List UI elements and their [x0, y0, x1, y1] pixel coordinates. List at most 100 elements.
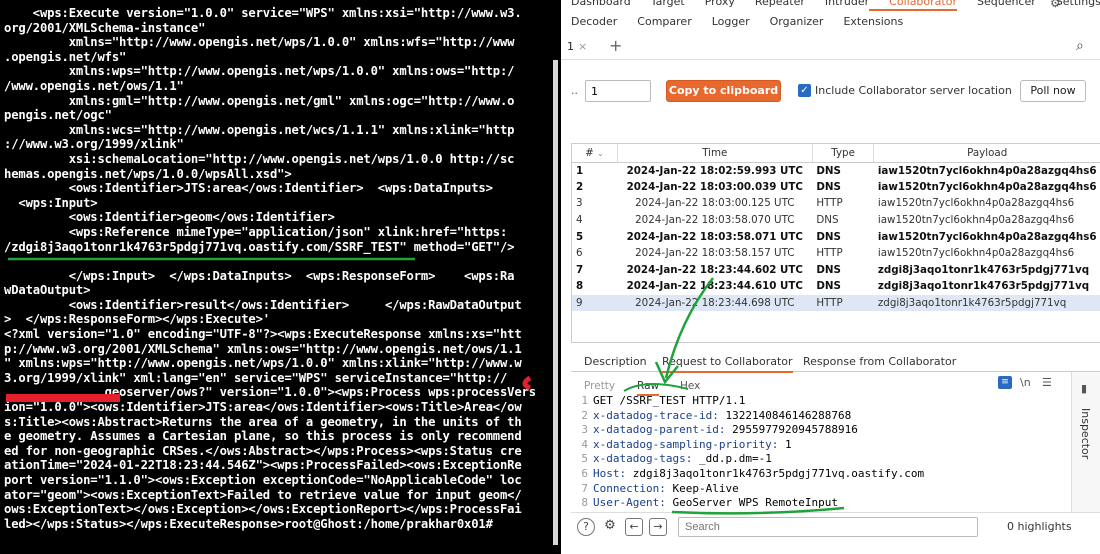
- top-tab-intruder[interactable]: Intruder: [805, 0, 869, 11]
- cell-time: 2024-Jan-22 18:03:58.071 UTC: [626, 230, 803, 243]
- table-row[interactable]: 3 2024-Jan-22 18:03:00.125 UTC HTTP iaw1520…: [572, 195, 1100, 212]
- cell-time: 2024-Jan-22 18:03:58.070 UTC: [635, 214, 795, 227]
- inspector-toggle-icon[interactable]: ▮: [1081, 382, 1087, 395]
- top-tab-dashboard[interactable]: Dashboard: [561, 0, 631, 11]
- request-line: 7 Connection: Keep-Alive: [574, 482, 1064, 497]
- cell-n: 2: [576, 180, 584, 193]
- request-line: 4 x-datadog-sampling-priority: 1: [574, 438, 1064, 453]
- terminal-scrollbar[interactable]: [553, 60, 558, 545]
- cell-time: 2024-Jan-22 18:03:00.039 UTC: [626, 180, 803, 193]
- column-header-payload[interactable]: Payload: [873, 144, 1100, 163]
- terminal-line: s:Title><ows:Abstract>Returns the area o…: [4, 414, 522, 429]
- view-tab-hex[interactable]: Hex: [680, 380, 700, 392]
- terminal-line: wDataOutput>: [4, 283, 91, 298]
- search-icon[interactable]: ⌕: [1076, 38, 1084, 54]
- settings-icon[interactable]: ⚙: [601, 518, 619, 536]
- terminal-line: ationTime="2024-01-22T18:23:44.546Z"><wp…: [4, 458, 522, 473]
- table-row[interactable]: 9 2024-Jan-22 18:23:44.698 UTC HTTP zdgi8j3…: [572, 294, 1100, 312]
- table-row[interactable]: 7 2024-Jan-22 18:23:44.602 UTC DNS zdgi8j3a…: [572, 262, 1100, 279]
- cell-type: DNS: [816, 263, 841, 276]
- top-tab-decoder[interactable]: Decoder: [561, 15, 617, 31]
- include-server-location-checkbox[interactable]: ✓: [798, 84, 811, 97]
- cell-payload: iaw1520tn7ycl6okhn4p0a28azgq4hs6: [877, 247, 1075, 260]
- close-icon[interactable]: ×: [578, 40, 587, 53]
- line-number: 1: [581, 394, 588, 407]
- header-key: User-Agent:: [593, 496, 666, 510]
- terminal-line: <?xml version="1.0" encoding="UTF-8"?><w…: [4, 327, 522, 342]
- request-line: 1 GET /SSRF_TEST HTTP/1.1: [574, 394, 1064, 409]
- top-tab-target[interactable]: Target: [631, 0, 685, 11]
- terminal-window[interactable]: <wps:Execute version="1.0.0" service="WP…: [0, 0, 561, 554]
- terminal-line: .opengis.net/wfs": [4, 49, 127, 64]
- cell-type: DNS: [816, 280, 841, 293]
- poll-now-button[interactable]: Poll now: [1020, 80, 1086, 102]
- terminal-line: port version="1.1.0"><ows:Exception exce…: [4, 473, 522, 487]
- cell-type: DNS: [816, 214, 839, 227]
- top-tab-collaborator[interactable]: Collaborator: [869, 0, 957, 11]
- table-row[interactable]: 8 2024-Jan-22 18:23:44.610 UTC DNS zdgi8j3a…: [572, 278, 1100, 295]
- column-header-number[interactable]: # ⌄: [572, 144, 618, 163]
- terminal-line: led></wps:Status></wps:ExecuteResponse>r…: [4, 516, 493, 531]
- add-tab-icon[interactable]: +: [609, 36, 622, 55]
- inspector-panel[interactable]: ▮ Inspector: [1071, 372, 1100, 512]
- search-input[interactable]: [678, 517, 978, 537]
- cell-type: HTTP: [816, 247, 843, 260]
- request-line: 6 Host: zdgi8j3aqo1tonr1k4763r5pdgj771vq.…: [574, 467, 1064, 482]
- cell-n: 9: [572, 294, 618, 312]
- table-row[interactable]: 5 2024-Jan-22 18:03:58.071 UTC DNS iaw1520t…: [572, 228, 1100, 245]
- cell-payload: iaw1520tn7ycl6okhn4p0a28azgq4hs6: [877, 164, 1097, 177]
- gear-icon[interactable]: ⚙: [1050, 0, 1061, 10]
- cell-n: 5: [576, 230, 584, 243]
- newline-toggle[interactable]: \n: [1020, 376, 1031, 389]
- header-value: Keep-Alive: [665, 481, 739, 495]
- terminal-line: <ows:Identifier>geom</ows:Identifier>: [4, 210, 335, 225]
- cell-time: 2024-Jan-22 18:03:00.125 UTC: [635, 197, 795, 210]
- terminal-line: ator="geom"><ows:ExceptionText>Failed to…: [4, 487, 522, 502]
- terminal-line: <wps:Input>: [4, 195, 98, 210]
- request-editor[interactable]: 1 GET /SSRF_TEST HTTP/1.1 2 x-datadog-trace…: [574, 394, 1064, 512]
- terminal-line: xmlns:wps="http://www.opengis.net/wps/1.…: [4, 64, 515, 79]
- terminal-line: </wps:Input> </wps:DataInputs> <wps:Resp…: [4, 268, 515, 283]
- top-tab-organizer[interactable]: Organizer: [750, 15, 824, 31]
- back-arrow-icon[interactable]: ←: [625, 518, 643, 536]
- help-icon[interactable]: ?: [577, 518, 595, 536]
- terminal-line: xmlns="http://www.opengis.net/wps/1.0.0"…: [4, 35, 515, 50]
- tab-request-to-collaborator[interactable]: Request to Collaborator: [662, 355, 793, 373]
- header-value: _dd.p.dm=-1: [692, 452, 772, 466]
- tab-response-from-collaborator[interactable]: Response from Collaborator: [803, 355, 956, 368]
- terminal-line: ows:ExceptionText></ows:Exception></ows:…: [4, 502, 522, 517]
- cell-payload: iaw1520tn7ycl6okhn4p0a28azgq4hs6: [877, 197, 1075, 210]
- table-row[interactable]: 6 2024-Jan-22 18:03:58.157 UTC HTTP iaw1520…: [572, 245, 1100, 262]
- top-tab-logger[interactable]: Logger: [692, 15, 750, 31]
- view-tab-pretty[interactable]: Pretty: [584, 380, 615, 392]
- top-tab-comparer[interactable]: Comparer: [617, 15, 691, 31]
- header-value: 1: [778, 437, 792, 451]
- terminal-line: xmlns:wcs="http://www.opengis.net/wcs/1.…: [4, 122, 515, 137]
- top-tab-extensions[interactable]: Extensions: [823, 15, 903, 31]
- payload-count-input[interactable]: [585, 80, 651, 102]
- collaborator-tab-1[interactable]: 1 ×: [567, 40, 587, 53]
- top-tab-repeater[interactable]: Repeater: [735, 0, 805, 11]
- table-row[interactable]: 2 2024-Jan-22 18:03:00.039 UTC DNS iaw1520t…: [572, 179, 1100, 196]
- terminal-line: pengis.net/ogc": [4, 108, 112, 123]
- include-server-location-label: Include Collaborator server location: [815, 84, 1012, 97]
- top-tab-settings[interactable]: Settings: [1036, 0, 1100, 11]
- table-row[interactable]: 1 2024-Jan-22 18:02:59.993 UTC DNS iaw1520t…: [572, 162, 1100, 179]
- header-value: 1322140846146288768: [718, 408, 852, 422]
- menu-icon[interactable]: ☰: [1042, 376, 1052, 389]
- cell-payload: iaw1520tn7ycl6okhn4p0a28azgq4hs6: [877, 214, 1075, 227]
- tab-description[interactable]: Description: [584, 355, 647, 368]
- copy-to-clipboard-button[interactable]: Copy to clipboard: [666, 80, 781, 102]
- cell-time: 2024-Jan-22 18:03:58.157 UTC: [635, 247, 795, 260]
- header-value: GeoServer WPS RemoteInput: [665, 496, 839, 510]
- column-header-type[interactable]: Type: [812, 144, 875, 163]
- column-header-time[interactable]: Time: [617, 144, 813, 163]
- terminal-line: > </wps:ResponseForm></wps:Execute>': [4, 312, 270, 327]
- forward-arrow-icon[interactable]: →: [649, 518, 667, 536]
- wrap-lines-icon[interactable]: ≡: [998, 376, 1012, 389]
- table-header-row: # ⌄ Time Type Payload: [572, 144, 1100, 163]
- header-key: Host:: [593, 466, 627, 480]
- top-tab-proxy[interactable]: Proxy: [685, 0, 735, 11]
- top-tab-sequencer[interactable]: Sequencer: [957, 0, 1036, 11]
- table-row[interactable]: 4 2024-Jan-22 18:03:58.070 UTC DNS iaw1520t…: [572, 212, 1100, 229]
